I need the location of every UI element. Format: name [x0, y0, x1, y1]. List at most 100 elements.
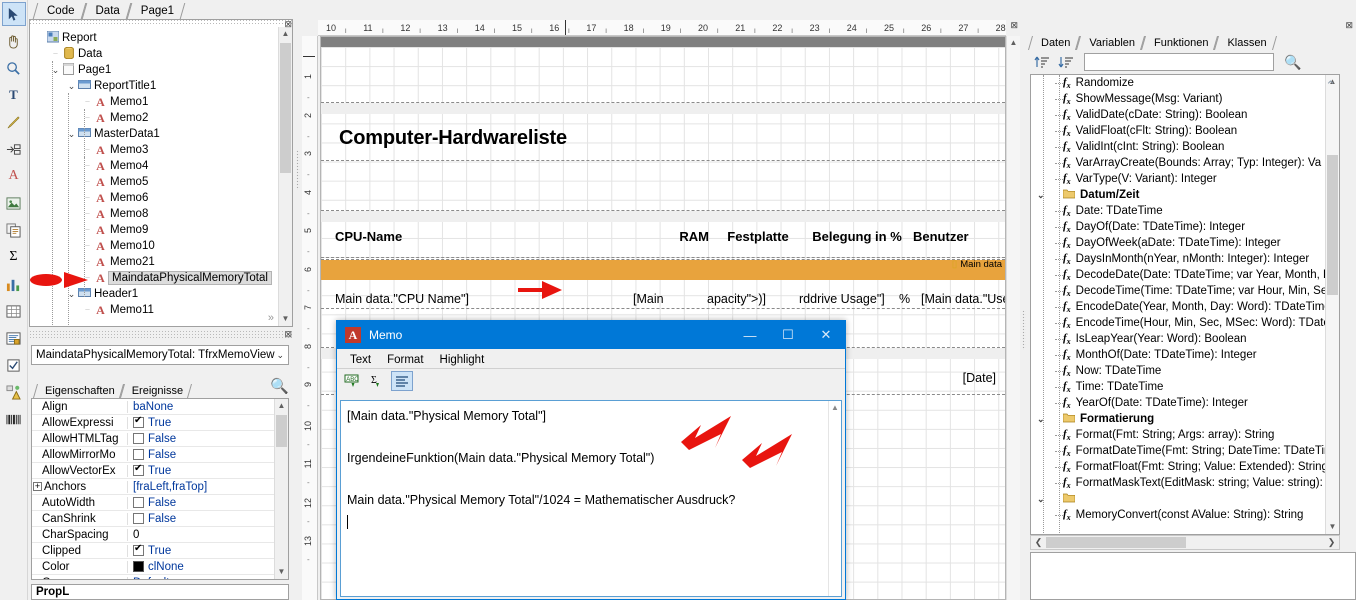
memo-dialog[interactable]: A Memo — ☐ ✕ Text Format Highlight ABC Σ [Mai…	[336, 320, 846, 600]
function-item[interactable]: fx FormatFloat(Fmt: String; Value: Extend…	[1031, 459, 1328, 475]
report-title-band[interactable]: Computer-Hardwareliste	[321, 102, 1005, 161]
function-item[interactable]: fx Time: TDateTime	[1031, 379, 1325, 395]
left-splitter-grip[interactable]	[296, 150, 300, 190]
function-tree[interactable]: fx Randomize fx ShowMessage(Msg: Variant) fx…	[1030, 74, 1340, 535]
hscroll-left-icon[interactable]: ❮	[1031, 537, 1046, 548]
selection-handles[interactable]	[633, 288, 693, 310]
insert-data-field-icon[interactable]: ABC	[341, 371, 363, 391]
property-row[interactable]: + Anchors [fraLeft,fraTop]	[32, 479, 274, 495]
property-value[interactable]: baNone	[128, 401, 173, 413]
data-panel-tab-funktionen[interactable]: Funktionen	[1143, 36, 1216, 50]
property-row[interactable]: CDefault	[32, 575, 274, 580]
tree-node[interactable]: ┈ A Memo11	[34, 302, 278, 318]
hand-pan-icon[interactable]	[2, 29, 26, 53]
page-tab-code[interactable]: Code	[35, 3, 84, 19]
function-item[interactable]: fx Date: TDateTime	[1031, 203, 1325, 219]
property-row[interactable]: AutoWidth False	[32, 495, 274, 511]
function-item[interactable]: fx FormatMaskText(EditMask: string; Value…	[1031, 475, 1325, 491]
inspector-close-icon[interactable]: ⊠	[284, 329, 292, 340]
property-row[interactable]: AllowHTMLTag False	[32, 431, 274, 447]
canvas-close-icon[interactable]: ⊠	[1010, 20, 1018, 31]
property-checkbox[interactable]	[133, 463, 144, 476]
header-column-memo[interactable]: CPU-Name	[335, 225, 455, 247]
inspector-grip[interactable]: ⊠	[29, 329, 293, 340]
memo-editor-scrollbar[interactable]: ▲	[828, 401, 841, 596]
props-scroll-thumb[interactable]	[276, 415, 287, 447]
function-search-input[interactable]	[1084, 53, 1274, 71]
inspector-tab-eigenschaften[interactable]: Eigenschaften	[35, 384, 122, 398]
select-pointer-icon[interactable]	[1, 2, 26, 26]
function-item[interactable]: fx Now: TDateTime	[1031, 363, 1325, 379]
property-value[interactable]: False	[128, 497, 176, 509]
function-item[interactable]: fx FormatDateTime(Fmt: String; DateTime: …	[1031, 443, 1334, 459]
property-checkbox[interactable]	[133, 513, 144, 524]
tree-node[interactable]: ┈ A Memo8	[34, 206, 278, 222]
property-value[interactable]: True	[128, 463, 171, 477]
tree-node[interactable]: ┈ A Memo5	[34, 174, 278, 190]
props-scroll-up-icon[interactable]: ▲	[275, 399, 288, 413]
text-alignment-icon[interactable]	[391, 371, 413, 391]
data-panel-tab-daten[interactable]: Daten	[1030, 36, 1078, 50]
property-grid[interactable]: AlignbaNoneAllowExpressiTrueAllowHTMLTag…	[31, 398, 289, 580]
property-checkbox[interactable]	[133, 543, 144, 556]
function-item[interactable]: fx DayOf(Date: TDateTime): Integer	[1031, 219, 1325, 235]
property-value[interactable]: Default	[128, 577, 169, 580]
page-tab-page1[interactable]: Page1	[129, 3, 183, 19]
tree-node[interactable]: Report	[34, 30, 278, 46]
tree-scroll-down-icon[interactable]: ▼	[279, 312, 292, 326]
expand-plus-icon[interactable]: +	[33, 481, 42, 491]
data-panel-tab-klassen[interactable]: Klassen	[1216, 36, 1274, 50]
zoom-icon[interactable]	[2, 56, 26, 80]
tree-node[interactable]: ┈ Data	[34, 46, 278, 62]
function-item[interactable]: fx ValidDate(cDate: String): Boolean	[1031, 107, 1325, 123]
function-item[interactable]: fx VarArrayCreate(Bounds: Array; Typ: Int…	[1031, 155, 1325, 171]
chart-object-icon[interactable]	[2, 272, 26, 296]
right-splitter-grip[interactable]	[1022, 310, 1026, 350]
property-value[interactable]: True	[128, 543, 171, 557]
function-category[interactable]: ⌄ Datum/Zeit	[1031, 187, 1325, 203]
tree-node[interactable]: ┈ A Memo10	[34, 238, 278, 254]
selection-handles[interactable]	[707, 288, 793, 310]
memo-object-icon[interactable]: A	[2, 164, 26, 188]
chevron-down-icon[interactable]: ⌄	[276, 350, 284, 361]
tree-panel-close-icon[interactable]: ⊠	[284, 19, 292, 30]
format-painter-icon[interactable]	[2, 110, 26, 134]
data-field-memo[interactable]: [Main data."Use	[921, 288, 1005, 310]
property-checkbox[interactable]	[133, 415, 144, 428]
tree-node[interactable]: ┈ A Memo21	[34, 254, 278, 270]
left-splitter[interactable]	[294, 0, 302, 600]
canvas-vertical-scrollbar[interactable]: ▲	[1006, 36, 1020, 600]
property-value[interactable]: False	[128, 449, 176, 461]
function-item[interactable]: fx ValidFloat(cFlt: String): Boolean	[1031, 123, 1325, 139]
master-data-band[interactable]: ▯ Main data Main data."CPU Name"] [Main ap…	[321, 259, 1005, 309]
memo-text-editor[interactable]: [Main data."Physical Memory Total"] Irgen…	[340, 400, 842, 597]
data-panel-tab-variablen[interactable]: Variablen	[1078, 36, 1143, 50]
header-column-memo[interactable]: RAM	[649, 225, 709, 247]
tree-node[interactable]: ⌄ Page1	[34, 62, 278, 78]
data-field-memo[interactable]: [Main	[633, 288, 693, 310]
memo-dialog-titlebar[interactable]: A Memo — ☐ ✕	[337, 321, 845, 349]
tree-node[interactable]: ┈ A Memo1	[34, 94, 278, 110]
property-value[interactable]: False	[128, 433, 176, 445]
subreport-object-icon[interactable]	[2, 218, 26, 242]
report-tree[interactable]: Report ┈ Data ⌄ Page1 ⌄ ReportTitle1 ┈ A Memo1 ┈ A M…	[30, 27, 278, 326]
close-button[interactable]: ✕	[807, 321, 845, 349]
function-item[interactable]: fx MonthOf(Date: TDateTime): Integer	[1031, 347, 1325, 363]
property-value[interactable]: 0	[128, 529, 139, 541]
tree-overflow-icon[interactable]: »	[268, 312, 274, 324]
function-item[interactable]: fx DaysInMonth(nYear, nMonth: Integer): I…	[1031, 251, 1325, 267]
data-field-memo[interactable]: %	[899, 288, 915, 310]
tree-panel-grip[interactable]: ⊠	[29, 19, 293, 29]
property-checkbox[interactable]	[133, 433, 144, 444]
chevron-down-icon[interactable]: ⌄	[66, 81, 77, 92]
property-value[interactable]: clNone	[128, 561, 184, 573]
function-item[interactable]: fx EncodeTime(Hour, Min, Sec, MSec: Word)…	[1031, 315, 1337, 331]
report-title-memo[interactable]: Computer-Hardwareliste	[339, 123, 639, 153]
text-icon[interactable]: T	[2, 83, 26, 107]
property-row[interactable]: Color clNone	[32, 559, 274, 575]
sort-ascending-icon[interactable]	[1032, 52, 1052, 72]
function-item[interactable]: fx DecodeDate(Date: TDateTime; var Year, …	[1031, 267, 1331, 283]
memo-scroll-up-icon[interactable]: ▲	[829, 401, 841, 412]
insert-band-icon[interactable]	[2, 137, 26, 161]
object-selector-combo[interactable]: MaindataPhysicalMemoryTotal: TfrxMemoVie…	[31, 345, 289, 365]
